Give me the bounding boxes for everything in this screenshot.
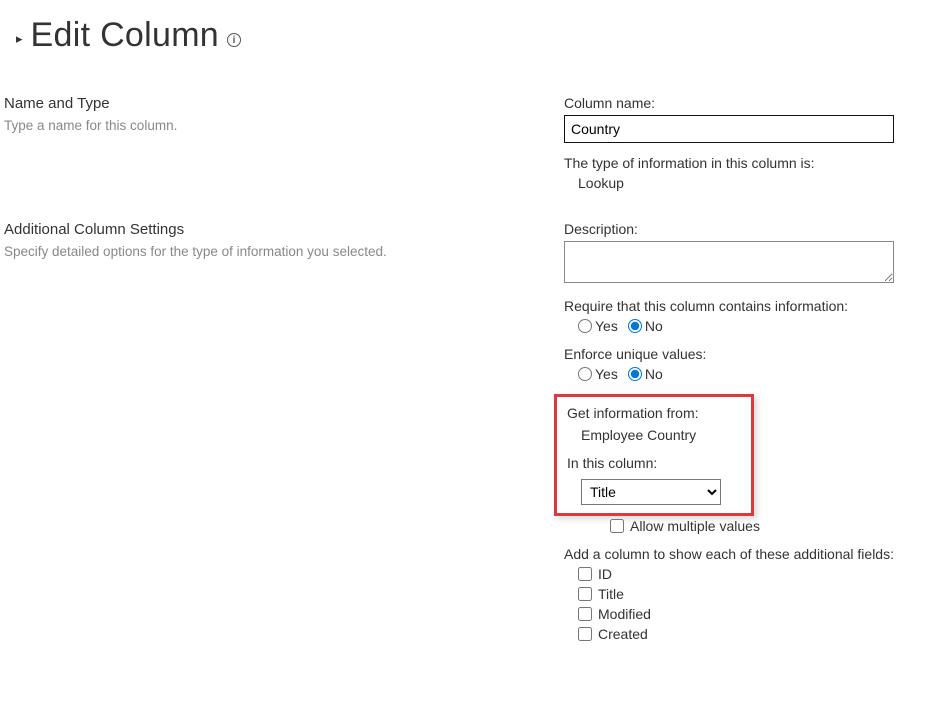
add-field-checkbox-title[interactable] bbox=[578, 587, 592, 601]
section-additional-settings: Additional Column Settings Specify detai… bbox=[4, 221, 936, 654]
yes-text-2: Yes bbox=[595, 366, 618, 382]
add-field-label: Title bbox=[598, 586, 624, 602]
require-yes-radio[interactable] bbox=[578, 319, 592, 333]
add-field-checkbox-modified[interactable] bbox=[578, 607, 592, 621]
name-type-heading: Name and Type bbox=[4, 95, 534, 112]
section-name-type: Name and Type Type a name for this colum… bbox=[4, 95, 936, 191]
unique-no-radio[interactable] bbox=[628, 367, 642, 381]
column-name-input[interactable] bbox=[564, 115, 894, 143]
add-field-label: ID bbox=[598, 566, 612, 582]
description-textarea[interactable] bbox=[564, 241, 894, 283]
info-icon[interactable]: i bbox=[227, 33, 241, 47]
add-field-row: Title bbox=[578, 586, 936, 602]
add-field-row: Modified bbox=[578, 606, 936, 622]
in-this-column-label: In this column: bbox=[567, 455, 741, 471]
description-label: Description: bbox=[564, 221, 936, 237]
expand-caret-icon[interactable]: ▸ bbox=[16, 32, 23, 45]
column-type-label: The type of information in this column i… bbox=[564, 155, 936, 171]
add-field-checkbox-created[interactable] bbox=[578, 627, 592, 641]
add-field-row: Created bbox=[578, 626, 936, 642]
add-field-label: Created bbox=[598, 626, 648, 642]
allow-multiple-label: Allow multiple values bbox=[630, 518, 760, 534]
no-text-2: No bbox=[645, 366, 663, 382]
column-name-label: Column name: bbox=[564, 95, 936, 111]
yes-text: Yes bbox=[595, 318, 618, 334]
no-text: No bbox=[645, 318, 663, 334]
add-fields-label: Add a column to show each of these addit… bbox=[564, 546, 936, 562]
get-info-from-value: Employee Country bbox=[581, 427, 741, 443]
settings-desc: Specify detailed options for the type of… bbox=[4, 244, 534, 259]
add-field-checkbox-id[interactable] bbox=[578, 567, 592, 581]
column-type-value: Lookup bbox=[578, 175, 936, 191]
require-yes-option[interactable]: Yes bbox=[578, 318, 618, 334]
require-no-option[interactable]: No bbox=[628, 318, 663, 334]
require-label: Require that this column contains inform… bbox=[564, 298, 936, 314]
settings-heading: Additional Column Settings bbox=[4, 221, 534, 238]
get-info-from-label: Get information from: bbox=[567, 405, 741, 421]
lookup-source-highlight: Get information from: Employee Country I… bbox=[554, 394, 754, 516]
allow-multiple-checkbox[interactable] bbox=[610, 519, 624, 533]
add-fields-list: ID Title Modified Created bbox=[578, 566, 936, 642]
unique-yes-option[interactable]: Yes bbox=[578, 366, 618, 382]
unique-label: Enforce unique values: bbox=[564, 346, 936, 362]
add-field-row: ID bbox=[578, 566, 936, 582]
add-field-label: Modified bbox=[598, 606, 651, 622]
unique-yes-radio[interactable] bbox=[578, 367, 592, 381]
page-title: Edit Column bbox=[31, 16, 220, 55]
page-title-row: ▸ Edit Column i bbox=[16, 16, 936, 55]
require-no-radio[interactable] bbox=[628, 319, 642, 333]
name-type-desc: Type a name for this column. bbox=[4, 118, 534, 133]
in-this-column-select[interactable]: Title bbox=[581, 479, 721, 505]
unique-no-option[interactable]: No bbox=[628, 366, 663, 382]
